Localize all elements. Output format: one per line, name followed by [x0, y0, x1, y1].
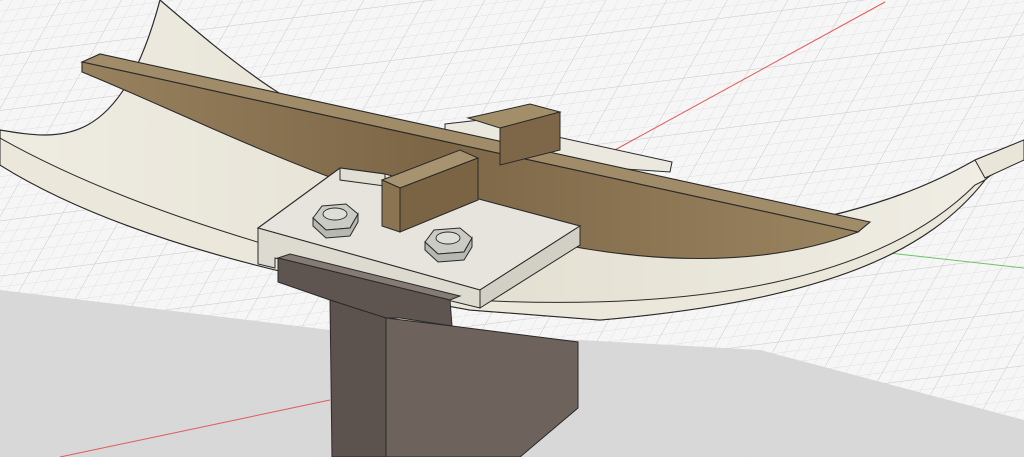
hex-bolt-left[interactable]	[312, 203, 359, 239]
t-beam-web-front[interactable]	[329, 299, 387, 457]
hex-bolt-right[interactable]	[424, 227, 473, 263]
cross-block-front-face[interactable]	[381, 179, 401, 233]
canvas-viewport[interactable]	[0, 0, 1024, 457]
3d-scene[interactable]	[0, 0, 1024, 457]
